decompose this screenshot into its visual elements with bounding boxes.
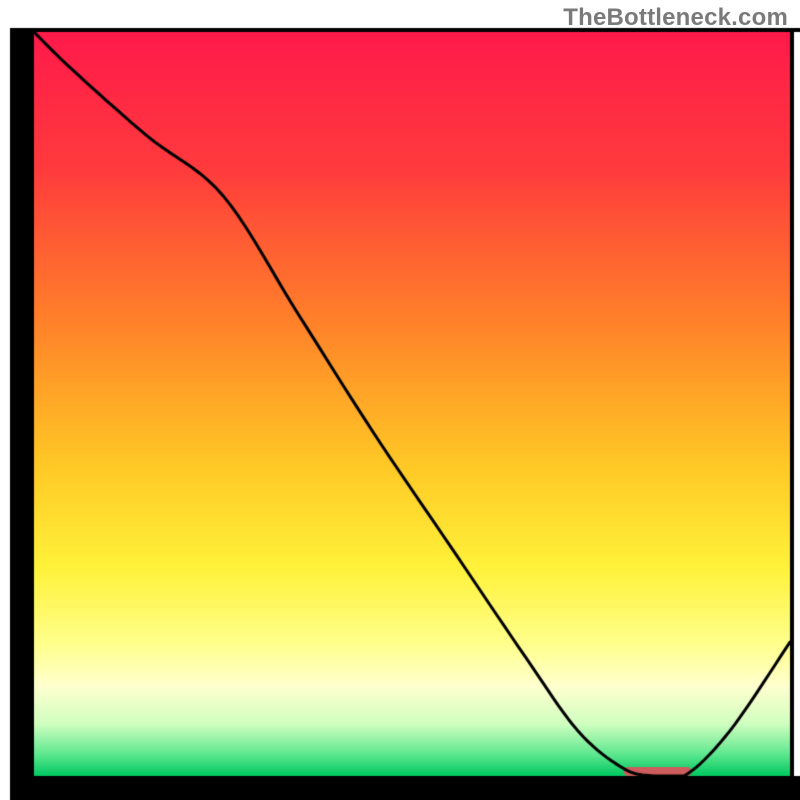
bottleneck-chart-canvas bbox=[0, 0, 800, 800]
chart-container: TheBottleneck.com bbox=[0, 0, 800, 800]
